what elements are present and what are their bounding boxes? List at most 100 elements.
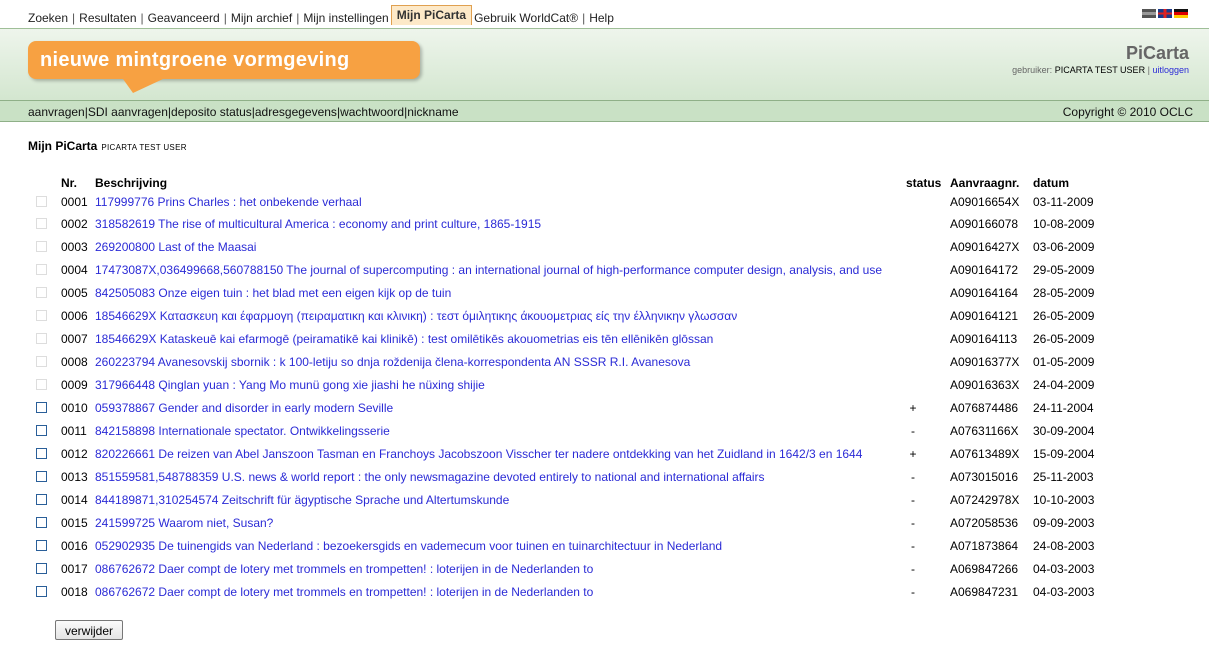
- column-header-beschrijving: Beschrijving: [95, 176, 168, 190]
- user-label: gebruiker:: [1012, 65, 1053, 75]
- english-flag-icon[interactable]: [1158, 9, 1172, 18]
- row-date: 10-08-2009: [1033, 217, 1095, 231]
- row-checkbox[interactable]: [36, 241, 47, 252]
- row-date: 29-05-2009: [1033, 263, 1095, 277]
- row-description-link[interactable]: 086762672 Daer compt de lotery met tromm…: [95, 585, 593, 599]
- nav-mijn-picarta-active-tab[interactable]: Mijn PiCarta: [390, 5, 473, 25]
- row-checkbox[interactable]: [36, 563, 47, 574]
- row-checkbox[interactable]: [36, 586, 47, 597]
- row-description-link[interactable]: 059378867 Gender and disorder in early m…: [95, 401, 393, 415]
- row-date: 03-11-2009: [1033, 195, 1094, 209]
- row-description-link[interactable]: 844189871,310254574 Zeitschrift für ägyp…: [95, 493, 509, 507]
- column-header-aanvraagnr: Aanvraagnr.: [950, 176, 1020, 190]
- row-description-link[interactable]: 17473087X,036499668,560788150 The journa…: [95, 263, 882, 277]
- row-status: -: [911, 562, 915, 576]
- row-checkbox[interactable]: [36, 425, 47, 436]
- row-request-number: A09016363X: [950, 378, 1020, 392]
- row-date: 25-11-2003: [1033, 470, 1094, 484]
- row-checkbox[interactable]: [36, 471, 47, 482]
- row-description-link[interactable]: 842158898 Internationale spectator. Ontw…: [95, 424, 390, 438]
- row-number: 0007: [61, 332, 88, 346]
- row-description-link[interactable]: 086762672 Daer compt de lotery met tromm…: [95, 562, 593, 576]
- row-date: 03-06-2009: [1033, 240, 1095, 254]
- delete-button[interactable]: verwijder: [55, 620, 123, 640]
- table-row: 0011 842158898 Internationale spectator.…: [0, 420, 1209, 440]
- row-description-link[interactable]: 18546629X Kataskeuē kai efarmogē (peiram…: [95, 332, 713, 346]
- nav-help[interactable]: Help: [589, 11, 614, 25]
- nav-gebruik-worldcat[interactable]: Gebruik WorldCat®: [474, 11, 578, 25]
- row-request-number: A090164113: [950, 332, 1018, 346]
- row-number: 0015: [61, 516, 88, 530]
- subnav-nickname[interactable]: nickname: [407, 105, 458, 119]
- row-checkbox[interactable]: [36, 448, 47, 459]
- subnav-adresgegevens[interactable]: adresgegevens: [255, 105, 337, 119]
- subnav-aanvragen[interactable]: aanvragen: [28, 105, 85, 119]
- row-checkbox[interactable]: [36, 333, 47, 344]
- row-description-link[interactable]: 052902935 De tuinengids van Nederland : …: [95, 539, 722, 553]
- nav-mijn-instellingen[interactable]: Mijn instellingen: [303, 11, 388, 25]
- row-checkbox[interactable]: [36, 494, 47, 505]
- subnav-sdi-aanvragen[interactable]: SDI aanvragen: [88, 105, 168, 119]
- dutch-flag-icon[interactable]: [1142, 9, 1156, 18]
- page-title: Mijn PiCarta PICARTA TEST USER: [28, 139, 187, 153]
- table-row: 0014 844189871,310254574 Zeitschrift für…: [0, 489, 1209, 509]
- row-date: 04-03-2003: [1033, 562, 1095, 576]
- row-description-link[interactable]: 820226661 De reizen van Abel Janszoon Ta…: [95, 447, 862, 461]
- announcement-banner: nieuwe mintgroene vormgeving: [28, 41, 420, 93]
- row-request-number: A076874486: [950, 401, 1019, 415]
- nav-mijn-archief[interactable]: Mijn archief: [231, 11, 292, 25]
- table-row: 0017 086762672 Daer compt de lotery met …: [0, 558, 1209, 578]
- subnav-deposito-status[interactable]: deposito status: [171, 105, 252, 119]
- table-row: 0007 18546629X Kataskeuē kai efarmogē (p…: [0, 328, 1209, 348]
- brand-name: PiCarta: [1125, 43, 1189, 63]
- page-subtitle: PICARTA TEST USER: [101, 143, 187, 152]
- row-request-number: A09016377X: [950, 355, 1020, 369]
- row-checkbox[interactable]: [36, 264, 47, 275]
- row-checkbox[interactable]: [36, 379, 47, 390]
- row-status: -: [911, 470, 915, 484]
- nav-resultaten[interactable]: Resultaten: [79, 11, 136, 25]
- row-description-link[interactable]: 851559581,548788359 U.S. news & world re…: [95, 470, 765, 484]
- top-nav-links: Zoeken | Resultaten | Geavanceerd | Mijn archi…: [28, 5, 614, 28]
- table-row: 0001 117999776 Prins Charles : het onbek…: [0, 191, 1209, 211]
- german-flag-icon[interactable]: [1174, 9, 1188, 18]
- subnav-wachtwoord[interactable]: wachtwoord: [340, 105, 404, 119]
- row-checkbox[interactable]: [36, 517, 47, 528]
- row-description-link[interactable]: 260223794 Avanesovskij sbornik : k 100-l…: [95, 355, 690, 369]
- top-navigation: Zoeken | Resultaten | Geavanceerd | Mijn archi…: [0, 0, 1209, 28]
- row-request-number: A072058536: [950, 516, 1019, 530]
- row-description-link[interactable]: 318582619 The rise of multicultural Amer…: [95, 217, 541, 231]
- row-description-link[interactable]: 842505083 Onze eigen tuin : het blad met…: [95, 286, 451, 300]
- row-request-number: A090164172: [950, 263, 1019, 277]
- row-description-link[interactable]: 241599725 Waarom niet, Susan?: [95, 516, 273, 530]
- row-request-number: A090164121: [950, 309, 1019, 323]
- row-number: 0012: [61, 447, 88, 461]
- banner-text: nieuwe mintgroene vormgeving: [40, 49, 350, 71]
- table-row: 0005 842505083 Onze eigen tuin : het bla…: [0, 282, 1209, 302]
- logout-link[interactable]: uitloggen: [1152, 65, 1189, 75]
- row-request-number: A071873864: [950, 539, 1019, 553]
- table-row: 0008 260223794 Avanesovskij sbornik : k …: [0, 351, 1209, 371]
- row-checkbox[interactable]: [36, 287, 47, 298]
- row-checkbox[interactable]: [36, 540, 47, 551]
- row-description-link[interactable]: 317966448 Qinglan yuan : Yang Mo munü go…: [95, 378, 485, 392]
- row-description-link[interactable]: 269200800 Last of the Maasai: [95, 240, 256, 254]
- row-description-link[interactable]: 18546629X Κατασκευη και έφαρμογη (πειραμ…: [95, 309, 737, 323]
- nav-zoeken[interactable]: Zoeken: [28, 11, 68, 25]
- table-row: 0009 317966448 Qinglan yuan : Yang Mo mu…: [0, 374, 1209, 394]
- row-request-number: A09016654X: [950, 195, 1020, 209]
- row-checkbox[interactable]: [36, 196, 47, 207]
- user-name: PICARTA TEST USER: [1054, 65, 1146, 75]
- row-request-number: A069847266: [950, 562, 1019, 576]
- table-row: 0004 17473087X,036499668,560788150 The j…: [0, 259, 1209, 279]
- separator: |: [223, 11, 227, 25]
- row-date: 01-05-2009: [1033, 355, 1095, 369]
- row-checkbox[interactable]: [36, 218, 47, 229]
- row-checkbox[interactable]: [36, 402, 47, 413]
- row-number: 0006: [61, 309, 88, 323]
- row-description-link[interactable]: 117999776 Prins Charles : het onbekende …: [95, 195, 362, 209]
- row-number: 0002: [61, 217, 88, 231]
- row-checkbox[interactable]: [36, 310, 47, 321]
- row-checkbox[interactable]: [36, 356, 47, 367]
- nav-geavanceerd[interactable]: Geavanceerd: [148, 11, 220, 25]
